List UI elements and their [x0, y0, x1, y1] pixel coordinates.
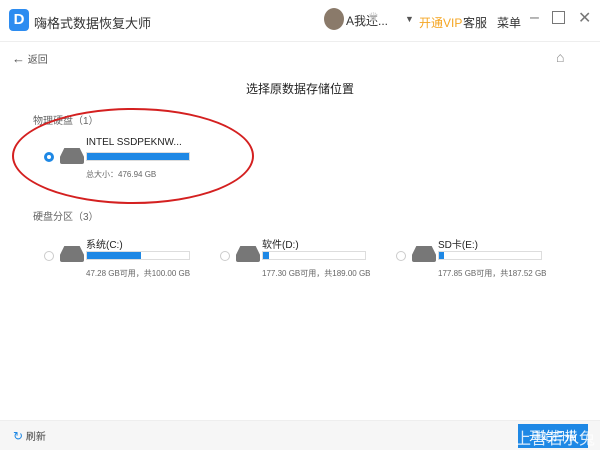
vip-button[interactable]: 开通VIP [419, 14, 462, 31]
partition-name: 软件(D:) [262, 236, 299, 251]
partition-info: 177.85 GB可用，共187.52 GB [438, 268, 547, 279]
back-button[interactable]: ← 返回 [12, 51, 48, 66]
partition-radio-c[interactable] [44, 251, 54, 261]
partition-usage-bar [86, 251, 190, 260]
partition-info: 47.28 GB可用，共100.00 GB [86, 268, 190, 279]
partition-label: 硬盘分区（3） [33, 208, 99, 223]
home-icon[interactable]: ⌂ [556, 49, 564, 65]
maximize-icon[interactable] [552, 11, 565, 24]
minimize-icon[interactable]: – [530, 9, 539, 27]
arrow-left-icon: ← [12, 51, 25, 66]
user-name[interactable]: A我还... [346, 12, 388, 29]
footer [0, 420, 600, 450]
close-icon[interactable]: ✕ [578, 8, 591, 28]
refresh-icon: ↻ [13, 429, 23, 443]
partition-radio-d[interactable] [220, 251, 230, 261]
highlight-annotation [12, 108, 254, 204]
partition-usage-bar [438, 251, 542, 260]
app-logo-icon: D [9, 9, 29, 31]
refresh-label: 刷新 [26, 432, 46, 443]
partition-usage-bar [262, 251, 366, 260]
partition-radio-e[interactable] [396, 251, 406, 261]
partition-name: SD卡(E:) [438, 236, 478, 251]
drive-icon [412, 246, 436, 262]
page-title: 选择原数据存储位置 [0, 80, 600, 97]
partition-name: 系统(C:) [86, 236, 123, 251]
drive-icon [60, 246, 84, 262]
partition-info: 177.30 GB可用，共189.00 GB [262, 268, 371, 279]
crown-icon: ♛ [368, 10, 379, 24]
avatar[interactable] [324, 8, 344, 30]
menu-button[interactable]: 菜单 [497, 14, 521, 31]
app-title: 嗨格式数据恢复大师 [34, 13, 151, 32]
service-button[interactable]: 客服 [463, 14, 487, 31]
watermark: 上善若水兔 [515, 425, 595, 449]
drive-icon [236, 246, 260, 262]
dropdown-arrow-icon[interactable]: ▼ [405, 14, 414, 24]
refresh-button[interactable]: ↻ 刷新 [13, 428, 46, 443]
back-label: 返回 [28, 55, 48, 66]
